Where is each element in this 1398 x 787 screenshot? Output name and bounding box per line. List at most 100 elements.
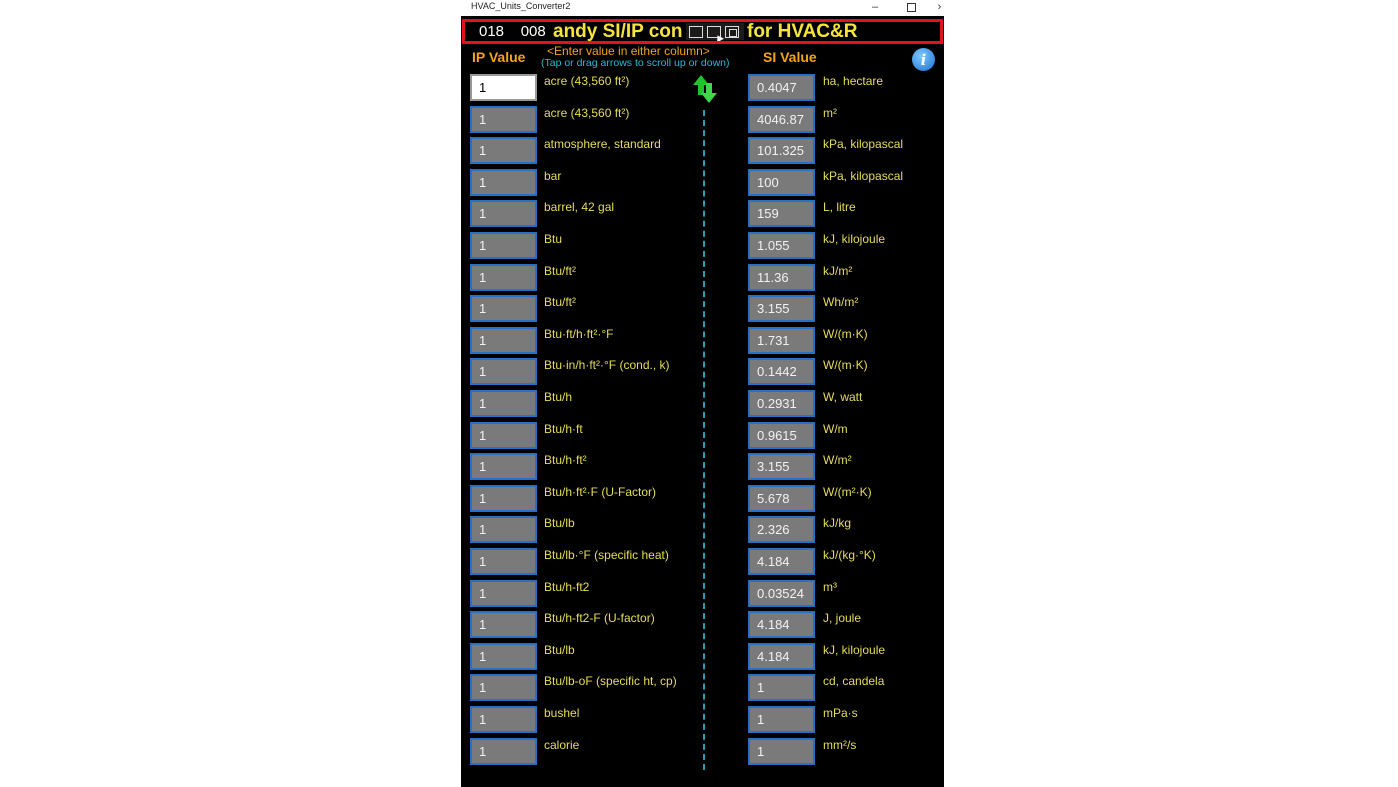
conversion-row: 1 Btu/lb 2.326 kJ/kg (461, 516, 944, 546)
marquee-banner: 018 008 andy SI/IP con for HVAC&R (462, 19, 943, 44)
ip-unit-label: atmosphere, standard (544, 137, 661, 152)
title-bar: HVAC_Units_Converter2 – › (461, 0, 944, 16)
si-unit-label: J, joule (823, 611, 862, 626)
si-value-field[interactable]: 0.2931 (748, 390, 815, 417)
ip-unit-label: bar (544, 168, 562, 183)
conversion-row: 1 Btu/lb-oF (specific ht, cp) 1 cd, candela (461, 674, 944, 704)
si-unit-label: kJ, kilojoule (823, 232, 886, 246)
si-unit-label: W/m² (823, 453, 852, 468)
ip-unit-label: Btu/lb (544, 516, 575, 531)
si-unit-label: mm²/s (823, 737, 857, 752)
si-value-field[interactable]: 159 (748, 200, 815, 228)
conversion-row: 1 calorie 1 mm²/s (461, 737, 944, 768)
ip-unit-label: calorie (544, 737, 580, 752)
ip-unit-label: Btu/lb-oF (specific ht, cp) (544, 674, 677, 689)
ip-value-field[interactable]: 1 (470, 737, 537, 765)
si-value-field[interactable]: 1 (748, 706, 815, 733)
conversion-row: 1 Btu/h·ft² 3.155 W/m² (461, 453, 944, 483)
si-value-field[interactable]: 0.1442 (748, 358, 815, 386)
ip-value-field[interactable]: 1 (470, 579, 537, 607)
ip-value-field[interactable]: 1 (470, 168, 537, 196)
si-value-field[interactable]: 11.36 (748, 263, 815, 291)
si-value-field[interactable]: 0.03524 (748, 579, 815, 607)
ip-value-field[interactable]: 1 (470, 390, 537, 417)
ip-unit-label: Btu/ft² (544, 263, 577, 278)
si-value-field[interactable]: 100 (748, 168, 815, 196)
ip-value-field[interactable]: 1 (470, 453, 537, 481)
si-value-field[interactable]: 101.325 (748, 137, 815, 165)
ip-value-field[interactable]: 1 (470, 358, 537, 386)
conversion-row: 1 acre (43,560 ft²) 0.4047 ha, hectare (461, 74, 944, 104)
entry-hint: <Enter value in either column> (547, 44, 710, 58)
ip-value-field[interactable]: 1 (470, 611, 537, 639)
conversion-row: 1 Btu/ft² 11.36 kJ/m² (461, 263, 944, 294)
banner-text-right: for HVAC&R (747, 21, 858, 42)
si-value-field[interactable]: 1.731 (748, 326, 815, 354)
si-column-header: SI Value (763, 49, 817, 65)
banner-text: andy SI/IP con (553, 21, 683, 42)
select-tool-icon[interactable] (689, 25, 703, 38)
conversion-row: 1 Btu/h·ft 0.9615 W/m (461, 421, 944, 452)
ip-value-field[interactable]: 1 (470, 74, 537, 101)
info-icon[interactable]: i (912, 48, 935, 71)
overlay-toolbar (686, 23, 744, 40)
si-unit-label: kPa, kilopascal (823, 168, 904, 183)
si-value-field[interactable]: 2.326 (748, 516, 815, 544)
ip-unit-label: Btu/h·ft² (544, 453, 587, 468)
si-value-field[interactable]: 4.184 (748, 611, 815, 639)
conversion-row: 1 barrel, 42 gal 159 L, litre (461, 200, 944, 230)
minimize-button[interactable]: – (867, 0, 883, 14)
ip-unit-label: Btu/ft² (544, 295, 577, 310)
ip-value-field[interactable]: 1 (470, 295, 537, 323)
conversion-row: 1 Btu/ft² 3.155 Wh/m² (461, 295, 944, 325)
ip-value-field[interactable]: 1 (470, 232, 537, 259)
conversion-row: 1 Btu·ft/h·ft²·°F 1.731 W/(m·K) (461, 326, 944, 357)
ip-value-field[interactable]: 1 (470, 674, 537, 702)
si-unit-label: m³ (823, 579, 837, 594)
si-value-field[interactable]: 4.184 (748, 642, 815, 670)
ip-value-field[interactable]: 1 (470, 137, 537, 165)
ip-value-field[interactable]: 1 (470, 548, 537, 575)
ip-column-header: IP Value (472, 49, 526, 65)
close-button[interactable]: › (935, 0, 944, 14)
conversion-row: 1 acre (43,560 ft²) 4046.87 m² (461, 105, 944, 136)
ip-unit-label: acre (43,560 ft²) (544, 105, 630, 120)
scroll-hint: (Tap or drag arrows to scroll up or down… (541, 57, 730, 69)
ip-value-field[interactable]: 1 (470, 105, 537, 133)
ip-unit-label: bushel (544, 706, 580, 720)
si-value-field[interactable]: 1 (748, 737, 815, 765)
conversion-row: 1 Btu/h·ft²·F (U-Factor) 5.678 W/(m²·K) (461, 484, 944, 515)
conversion-row: 1 bar 100 kPa, kilopascal (461, 168, 944, 199)
si-value-field[interactable]: 0.4047 (748, 74, 815, 101)
ip-value-field[interactable]: 1 (470, 642, 537, 670)
si-unit-label: kJ/(kg·°K) (823, 548, 876, 562)
ip-value-field[interactable]: 1 (470, 484, 537, 512)
si-value-field[interactable]: 1 (748, 674, 815, 702)
si-value-field[interactable]: 4046.87 (748, 105, 815, 133)
ip-value-field[interactable]: 1 (470, 200, 537, 228)
si-unit-label: W/(m²·K) (823, 484, 872, 499)
ip-value-field[interactable]: 1 (470, 706, 537, 733)
maximize-button[interactable] (903, 0, 919, 14)
si-unit-label: kJ/kg (823, 516, 852, 531)
maximize-icon (906, 2, 916, 12)
ip-unit-label: acre (43,560 ft²) (544, 74, 630, 88)
frame-tool-icon[interactable] (725, 25, 739, 38)
si-value-field[interactable]: 0.9615 (748, 421, 815, 449)
si-value-field[interactable]: 3.155 (748, 295, 815, 323)
ip-value-field[interactable]: 1 (470, 421, 537, 449)
si-value-field[interactable]: 4.184 (748, 548, 815, 575)
ip-unit-label: Btu/h-ft2-F (U-factor) (544, 611, 655, 626)
ip-value-field[interactable]: 1 (470, 263, 537, 291)
si-value-field[interactable]: 5.678 (748, 484, 815, 512)
conversion-row: 1 Btu·in/h·ft²·°F (cond., k) 0.1442 W/(m·K) (461, 358, 944, 388)
ip-unit-label: Btu (544, 232, 563, 246)
conversion-row: 1 bushel 1 mPa·s (461, 706, 944, 736)
ip-value-field[interactable]: 1 (470, 516, 537, 544)
si-value-field[interactable]: 1.055 (748, 232, 815, 259)
ip-value-field[interactable]: 1 (470, 326, 537, 354)
si-value-field[interactable]: 3.155 (748, 453, 815, 481)
ip-unit-label: Btu·in/h·ft²·°F (cond., k) (544, 358, 670, 373)
cursor-tool-icon[interactable] (707, 25, 721, 38)
ip-unit-label: Btu·ft/h·ft²·°F (544, 326, 614, 341)
